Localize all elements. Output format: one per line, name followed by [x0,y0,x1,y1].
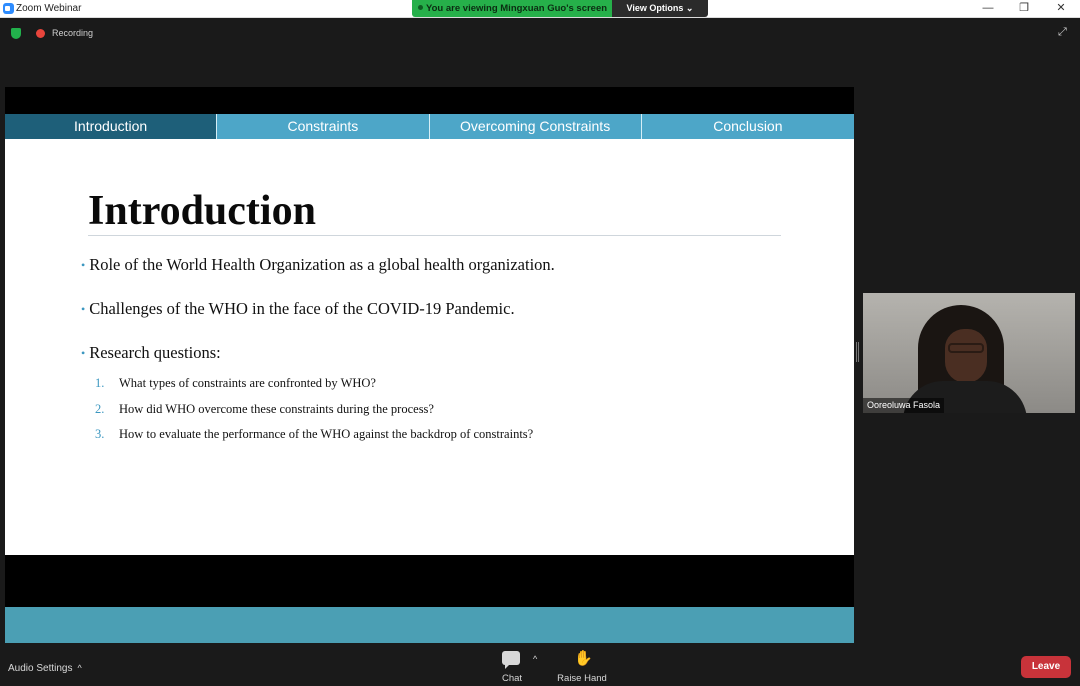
restore-button[interactable]: ❐ [1006,0,1042,18]
close-button[interactable]: ✕ [1043,0,1079,18]
question-number: 3. [95,427,105,441]
participant-face [945,329,987,383]
recording-icon [36,29,45,38]
chat-icon[interactable] [502,651,520,669]
viewing-screen-banner: You are viewing Mingxuan Guo's screen [412,0,612,17]
panel-resize-handle[interactable] [856,342,859,362]
slide-footer-band [5,607,854,643]
bullet-item: • Challenges of the WHO in the face of th… [81,299,515,319]
slide-tab-introduction: Introduction [5,114,218,139]
audio-settings-label: Audio Settings [8,663,73,674]
bullet-text: Challenges of the WHO in the face of the… [89,299,515,318]
bullet-text: Research questions: [89,343,221,362]
participant-name-label: Ooreoluwa Fasola [863,398,945,413]
question-text: How did WHO overcome these constraints d… [119,402,434,416]
view-options-button[interactable]: View Options ⌄ [612,0,708,17]
question-text: What types of constraints are confronted… [119,376,376,390]
minimize-button[interactable]: — [970,0,1006,18]
audio-settings-button[interactable]: Audio Settings ^ [8,662,82,675]
slide-tab-overcoming-constraints: Overcoming Constraints [429,114,642,139]
zoom-app-icon [3,3,14,14]
bullet-icon: • [81,346,86,360]
fullscreen-icon[interactable]: ⤢ [1058,27,1069,38]
slide-title: Introduction [88,188,316,234]
chat-options-caret-icon[interactable]: ^ [533,654,537,664]
raise-hand-button-label[interactable]: Raise Hand [552,673,612,684]
question-number: 1. [95,376,105,390]
viewing-screen-text: You are viewing Mingxuan Guo's screen [426,3,608,14]
screen-share-icon [418,5,423,10]
chat-button-label[interactable]: Chat [500,673,524,684]
participant-glasses [948,343,984,353]
question-number: 2. [95,402,105,416]
title-divider [88,235,781,236]
participant-video-tile[interactable]: Ooreoluwa Fasola [863,293,1075,413]
slide-content: Introduction • Role of the World Health O… [5,139,854,643]
raise-hand-icon[interactable]: ✋ [574,650,593,668]
bullet-text: Role of the World Health Organization as… [89,255,555,274]
slide-tab-constraints: Constraints [217,114,430,139]
slide-tab-conclusion: Conclusion [641,114,854,139]
encryption-shield-icon[interactable] [11,28,21,39]
research-question-item: 1. What types of constraints are confront… [95,375,376,391]
slide-tab-bar: Introduction Constraints Overcoming Cons… [5,114,854,139]
shared-screen: Introduction Constraints Overcoming Cons… [5,87,854,643]
bullet-icon: • [81,302,86,316]
recording-label: Recording [52,28,94,38]
research-question-item: 3. How to evaluate the performance of the… [95,426,533,442]
bullet-item: • Research questions: [81,343,221,363]
caret-up-icon[interactable]: ^ [78,663,82,673]
bullet-icon: • [81,258,86,272]
leave-button[interactable]: Leave [1021,656,1071,678]
window-title: Zoom Webinar [16,3,82,14]
question-text: How to evaluate the performance of the W… [119,427,534,441]
bullet-item: • Role of the World Health Organization a… [81,255,555,275]
research-question-item: 2. How did WHO overcome these constraints… [95,401,434,417]
